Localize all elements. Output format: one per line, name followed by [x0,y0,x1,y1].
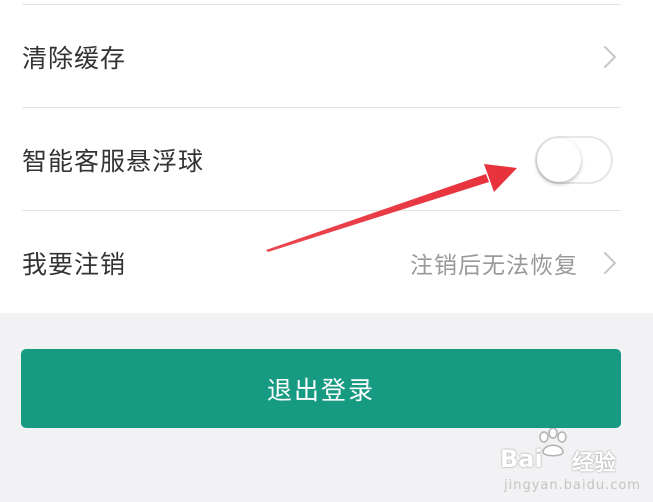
chevron-right-icon [604,45,616,68]
watermark-url: jingyan.baidu.com [504,478,641,493]
watermark-logo-text-cn: 经验 [572,451,617,476]
settings-list: 清除缓存 智能客服悬浮球 我要注销 注销后无法恢复 [0,0,653,313]
cancel-account-hint: 注销后无法恢复 [410,252,578,279]
floating-service-ball-label: 智能客服悬浮球 [22,146,205,176]
settings-row-cancel-account[interactable]: 我要注销 注销后无法恢复 [0,211,653,314]
cancel-account-label: 我要注销 [22,249,127,279]
chevron-right-icon [604,251,616,274]
watermark-logo-text: Bai [500,445,543,473]
toggle-knob [537,137,581,182]
floating-service-ball-toggle[interactable] [535,135,613,184]
paw-icon [539,428,567,457]
logout-button[interactable]: 退出登录 [21,349,621,428]
settings-row-floating-service-ball: 智能客服悬浮球 [0,108,653,211]
clear-cache-label: 清除缓存 [22,43,127,73]
baidu-jingyan-watermark: Bai 经验 jingyan.baidu.com [500,428,650,498]
settings-row-clear-cache[interactable]: 清除缓存 [0,5,653,108]
